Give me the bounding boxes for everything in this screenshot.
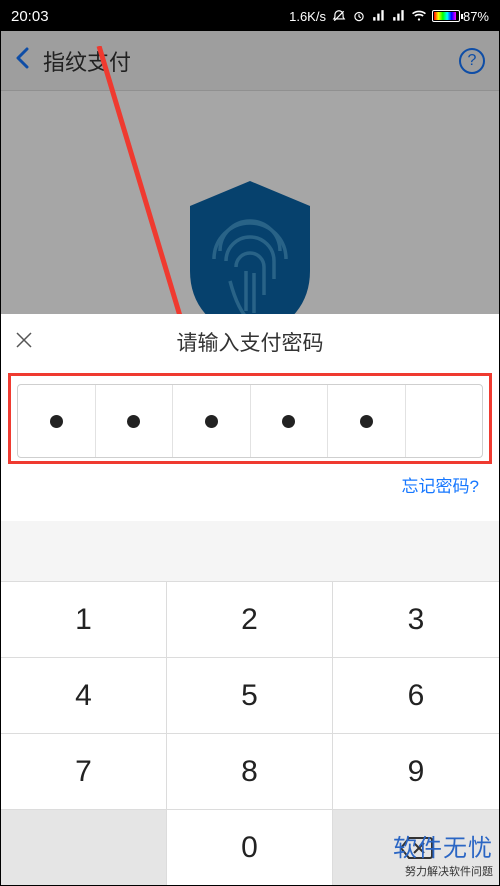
- key-1[interactable]: 1: [1, 581, 167, 657]
- key-5[interactable]: 5: [167, 657, 333, 733]
- key-4[interactable]: 4: [1, 657, 167, 733]
- password-input-wrap: [1, 370, 499, 464]
- password-digit-4: [251, 385, 329, 457]
- close-icon: [15, 331, 33, 349]
- key-2[interactable]: 2: [167, 581, 333, 657]
- key-6[interactable]: 6: [333, 657, 499, 733]
- close-button[interactable]: [15, 329, 45, 355]
- dot-icon: [50, 415, 63, 428]
- dot-icon: [127, 415, 140, 428]
- key-blank: [1, 809, 167, 885]
- key-0[interactable]: 0: [167, 809, 333, 885]
- modal-title: 请输入支付密码: [45, 327, 485, 357]
- wifi-icon: [412, 9, 426, 23]
- watermark-title: 软件无忧: [393, 828, 493, 863]
- password-digit-2: [96, 385, 174, 457]
- password-digit-3: [173, 385, 251, 457]
- watermark: 软件无忧 努力解决软件问题: [393, 828, 493, 879]
- key-8[interactable]: 8: [167, 733, 333, 809]
- battery-icon: [432, 10, 460, 22]
- watermark-subtitle: 努力解决软件问题: [393, 863, 493, 879]
- dot-icon: [205, 415, 218, 428]
- key-3[interactable]: 3: [333, 581, 499, 657]
- dot-icon: [282, 415, 295, 428]
- status-bar: 20:03 1.6K/s 87%: [1, 1, 499, 31]
- modal-header: 请输入支付密码: [1, 314, 499, 370]
- forgot-password-link[interactable]: 忘记密码?: [402, 477, 479, 496]
- password-digit-6: [406, 385, 483, 457]
- sheet-gap: [1, 521, 499, 581]
- key-9[interactable]: 9: [333, 733, 499, 809]
- battery-pct: 87%: [463, 9, 489, 24]
- signal-icon-2: [392, 9, 406, 23]
- alarm-icon: [352, 9, 366, 23]
- password-digit-1: [18, 385, 96, 457]
- password-digit-5: [328, 385, 406, 457]
- forgot-password-row: 忘记密码?: [1, 464, 499, 521]
- status-net-speed: 1.6K/s: [289, 9, 326, 24]
- mute-icon: [332, 9, 346, 23]
- signal-icon-1: [372, 9, 386, 23]
- key-7[interactable]: 7: [1, 733, 167, 809]
- password-modal: 请输入支付密码 忘记密码? 1 2 3 4 5 6 7 8 9 0: [1, 314, 499, 885]
- battery-indicator: 87%: [432, 9, 489, 24]
- password-input[interactable]: [17, 384, 483, 458]
- status-time: 20:03: [11, 8, 49, 25]
- dot-icon: [360, 415, 373, 428]
